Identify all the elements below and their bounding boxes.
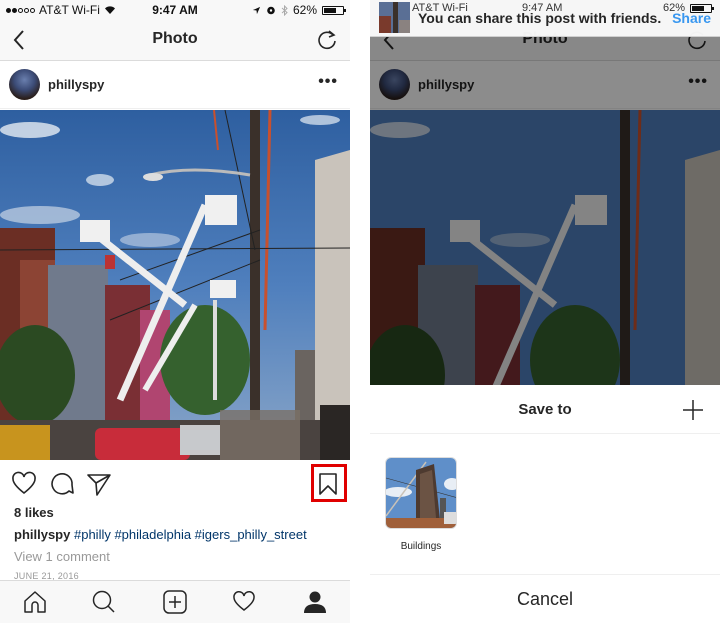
nav-bar: Photo	[0, 20, 350, 61]
status-bar: AT&T Wi-Fi 9:47 AM 62%	[0, 0, 350, 20]
banner-message: You can share this post with friends.	[418, 10, 662, 26]
dim-overlay[interactable]	[370, 0, 720, 385]
battery-icon	[322, 5, 346, 15]
caption-username[interactable]: phillyspy	[14, 527, 70, 542]
collection-label: Buildings	[400, 541, 442, 552]
sheet-title: Save to	[518, 401, 572, 418]
tab-bar	[0, 580, 350, 623]
home-icon[interactable]	[22, 589, 48, 615]
like-count[interactable]: 8 likes	[14, 505, 54, 520]
comment-icon[interactable]	[49, 471, 75, 497]
location-icon	[252, 6, 261, 14]
more-options-icon[interactable]: •••	[318, 73, 338, 91]
page-title: Photo	[152, 30, 198, 47]
post-header: phillyspy •••	[0, 61, 350, 109]
save-to-screen: Photo phillyspy ••• AT&T Wi-Fi 9:47 AM 6…	[370, 0, 720, 623]
share-notification-banner[interactable]: AT&T Wi-Fi 9:47 AM 62% You can share thi…	[370, 0, 720, 37]
save-to-sheet: Save to Buildings Cancel	[370, 385, 720, 623]
profile-icon[interactable]	[302, 589, 328, 615]
post-actions	[0, 460, 350, 506]
collection-thumbnail[interactable]	[385, 457, 457, 529]
collection-item-buildings[interactable]: Buildings	[385, 457, 457, 552]
alarm-icon	[267, 6, 275, 15]
avatar[interactable]	[9, 69, 40, 100]
search-icon[interactable]	[91, 589, 117, 615]
view-comments-link[interactable]: View 1 comment	[14, 549, 110, 564]
street-photo-image	[0, 110, 350, 460]
post-caption: phillyspy #philly #philadelphia #igers_p…	[14, 527, 307, 542]
divider	[370, 433, 720, 434]
cancel-button[interactable]: Cancel	[370, 589, 720, 610]
add-post-icon[interactable]	[162, 589, 188, 615]
divider	[370, 574, 720, 575]
activity-heart-icon[interactable]	[231, 589, 257, 615]
caption-hashtags[interactable]: #philly #philadelphia #igers_philly_stre…	[74, 527, 307, 542]
bluetooth-icon	[281, 4, 288, 16]
send-icon[interactable]	[86, 471, 112, 497]
refresh-icon[interactable]	[316, 29, 338, 51]
post-username[interactable]: phillyspy	[48, 77, 104, 92]
bookmark-icon[interactable]	[315, 471, 341, 497]
share-button[interactable]: Share	[672, 10, 711, 26]
post-photo[interactable]	[0, 110, 350, 460]
battery-percent: 62%	[292, 3, 317, 17]
new-collection-plus-icon[interactable]	[682, 399, 704, 421]
post-screen: AT&T Wi-Fi 9:47 AM 62% Photo phillyspy •…	[0, 0, 350, 623]
heart-icon[interactable]	[11, 471, 37, 497]
